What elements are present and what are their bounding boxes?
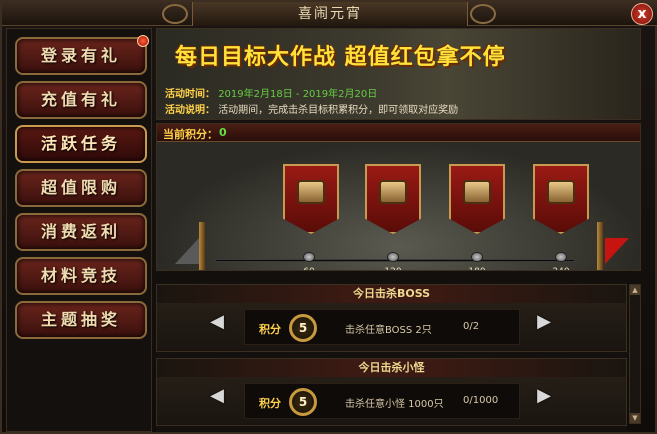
score-bar: 当前积分： 0: [157, 124, 640, 142]
task-card: 今日击杀BOSS ◀ 积分 5 击杀任意BOSS 2只 0/2 ▶: [156, 284, 627, 352]
sidebar-item-spend-rebate[interactable]: 消费返利: [15, 213, 147, 251]
scroll-down-icon[interactable]: ▼: [630, 413, 640, 423]
sidebar: 登录有礼 充值有礼 活跃任务 超值限购 消费返利 材料竞技 主题抽奖: [6, 28, 152, 432]
sidebar-item-active-tasks[interactable]: 活跃任务: [15, 125, 147, 163]
task-progress: 0/1000: [463, 395, 499, 406]
event-window: 喜闹元宵 x 登录有礼 充值有礼 活跃任务 超值限购 消费返利 材料竞技 主题抽…: [0, 0, 657, 434]
start-pole: [199, 222, 205, 270]
sidebar-item-label: 消费返利: [40, 222, 121, 241]
arrow-right-icon[interactable]: ▶: [534, 313, 554, 331]
title-bar: 喜闹元宵 x: [2, 2, 657, 26]
ornament-icon: [162, 4, 188, 24]
task-description: 击杀任意BOSS 2只: [345, 325, 432, 336]
event-description-label: 活动说明：: [165, 105, 215, 116]
scroll-up-icon[interactable]: ▲: [630, 285, 640, 295]
milestone-marker: [303, 252, 315, 262]
banner-headline: 每日目标大作战 超值红包拿不停: [175, 44, 506, 70]
task-description: 击杀任意小怪 1000只: [345, 399, 444, 410]
reward-banner-60[interactable]: [283, 164, 339, 234]
sidebar-item-label: 登录有礼: [40, 46, 121, 65]
reward-banner-120[interactable]: [365, 164, 421, 234]
task-card: 今日击杀小怪 ◀ 积分 5 击杀任意小怪 1000只 0/1000 ▶: [156, 358, 627, 426]
end-flag-icon: [605, 238, 629, 264]
points-label: 积分: [259, 397, 281, 410]
task-row: 积分 5 击杀任意BOSS 2只 0/2: [244, 309, 520, 345]
ornament-icon: [470, 4, 496, 24]
milestone-marker: [555, 252, 567, 262]
sidebar-item-material-race[interactable]: 材料竞技: [15, 257, 147, 295]
points-medal: 5: [289, 314, 317, 342]
score-panel: 当前积分： 0 60 120 180 240: [156, 123, 641, 271]
sidebar-item-label: 超值限购: [40, 178, 121, 197]
score-value: 0: [219, 126, 227, 139]
event-time-value: 2019年2月18日 - 2019年2月20日: [218, 89, 378, 100]
task-row: 积分 5 击杀任意小怪 1000只 0/1000: [244, 383, 520, 419]
treasure-chest-icon: [297, 180, 325, 204]
sidebar-item-recharge-gift[interactable]: 充值有礼: [15, 81, 147, 119]
event-description: 活动说明： 活动期间，完成击杀目标积累积分，即可领取对应奖励: [165, 101, 458, 116]
points-medal: 5: [289, 388, 317, 416]
milestone-label: 240: [546, 267, 576, 270]
task-progress: 0/2: [463, 321, 480, 332]
reward-banner-240[interactable]: [533, 164, 589, 234]
start-flag-icon: [175, 238, 199, 264]
score-stage: 60 120 180 240: [157, 142, 640, 270]
arrow-left-icon[interactable]: ◀: [207, 387, 227, 405]
milestone-label: 180: [462, 267, 492, 270]
event-banner: 每日目标大作战 超值红包拿不停 活动时间： 2019年2月18日 - 2019年…: [156, 28, 641, 120]
arrow-right-icon[interactable]: ▶: [534, 387, 554, 405]
milestone-marker: [387, 252, 399, 262]
points-label: 积分: [259, 323, 281, 336]
task-title: 今日击杀小怪: [157, 359, 626, 377]
event-time-label: 活动时间：: [165, 89, 215, 100]
notification-dot-icon: [137, 35, 149, 47]
task-title: 今日击杀BOSS: [157, 285, 626, 303]
arrow-left-icon[interactable]: ◀: [207, 313, 227, 331]
sidebar-item-label: 材料竞技: [40, 266, 121, 285]
sidebar-item-label: 充值有礼: [40, 90, 121, 109]
reward-banner-180[interactable]: [449, 164, 505, 234]
end-pole: [597, 222, 603, 270]
task-scrollbar[interactable]: ▲ ▼: [629, 284, 641, 424]
milestone-label: 120: [378, 267, 408, 270]
treasure-chest-icon: [547, 180, 575, 204]
treasure-chest-icon: [379, 180, 407, 204]
sidebar-item-label: 主题抽奖: [40, 310, 121, 329]
task-list: 今日击杀BOSS ◀ 积分 5 击杀任意BOSS 2只 0/2 ▶ 今日击杀小怪…: [156, 282, 627, 432]
close-button[interactable]: x: [631, 3, 653, 25]
sidebar-item-login-gift[interactable]: 登录有礼: [15, 35, 149, 75]
sidebar-item-limited-sale[interactable]: 超值限购: [15, 169, 147, 207]
event-time: 活动时间： 2019年2月18日 - 2019年2月20日: [165, 85, 377, 100]
sidebar-item-theme-lottery[interactable]: 主题抽奖: [15, 301, 147, 339]
sidebar-item-label: 活跃任务: [40, 134, 121, 153]
event-description-value: 活动期间，完成击杀目标积累积分，即可领取对应奖励: [218, 105, 459, 116]
score-label: 当前积分：: [163, 128, 218, 141]
milestone-marker: [471, 252, 483, 262]
milestone-label: 60: [294, 267, 324, 270]
treasure-chest-icon: [463, 180, 491, 204]
window-title: 喜闹元宵: [192, 2, 468, 26]
